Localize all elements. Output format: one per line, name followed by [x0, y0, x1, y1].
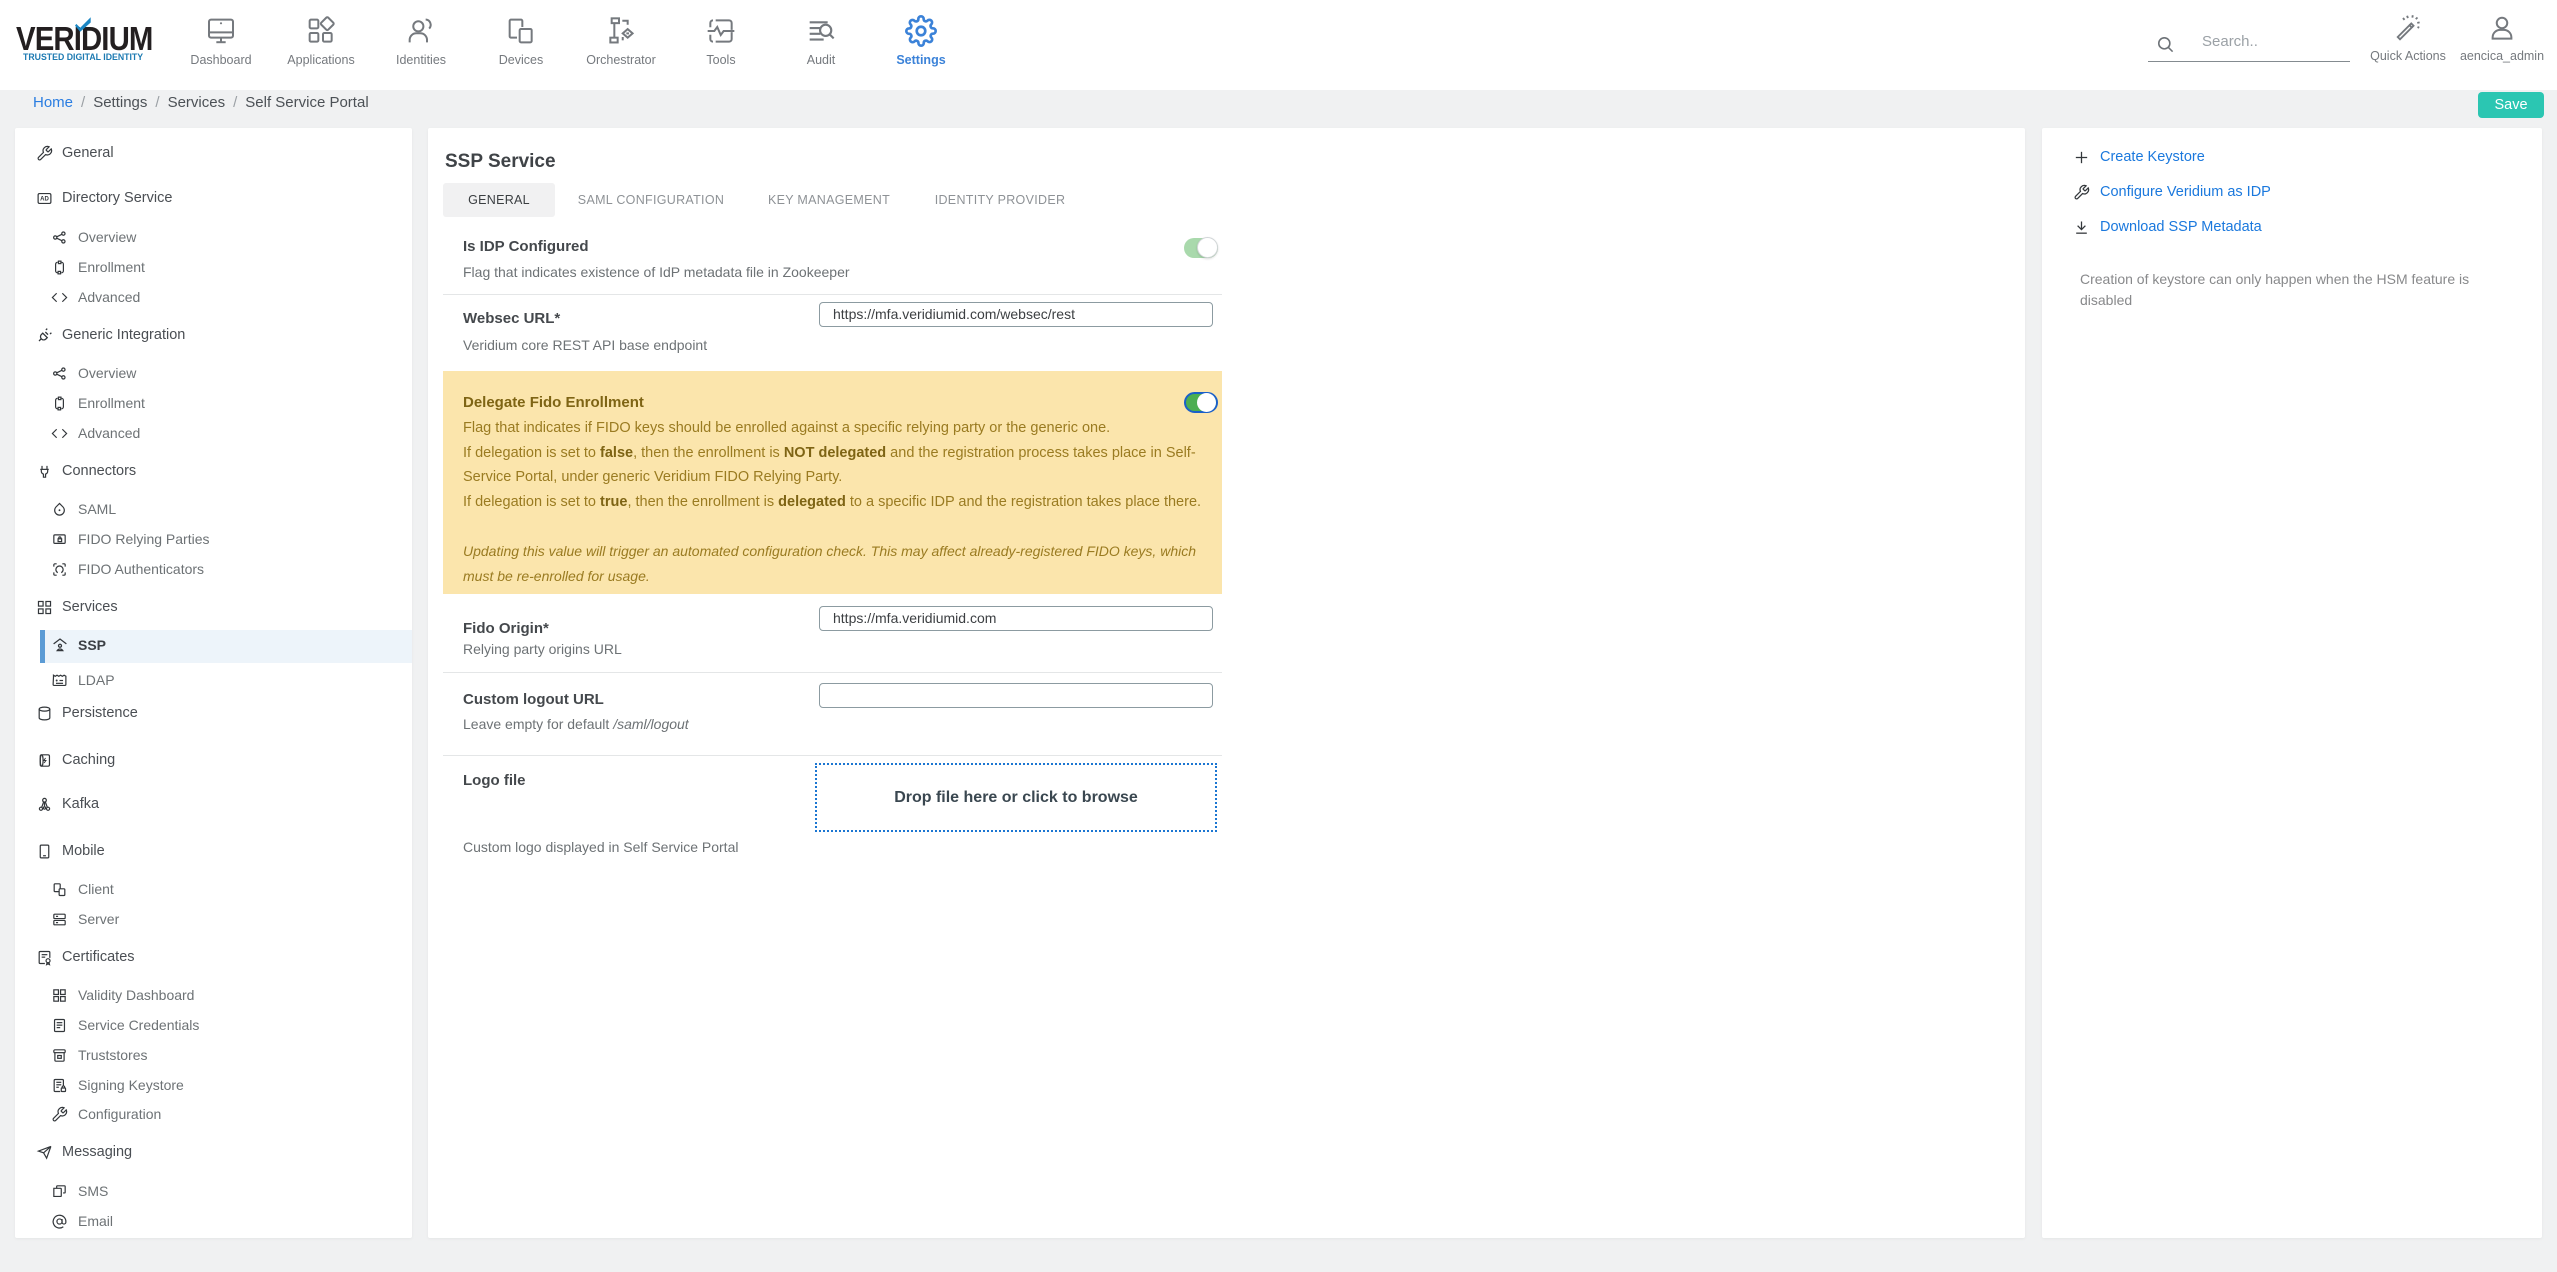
svg-text:AD: AD — [40, 196, 49, 202]
